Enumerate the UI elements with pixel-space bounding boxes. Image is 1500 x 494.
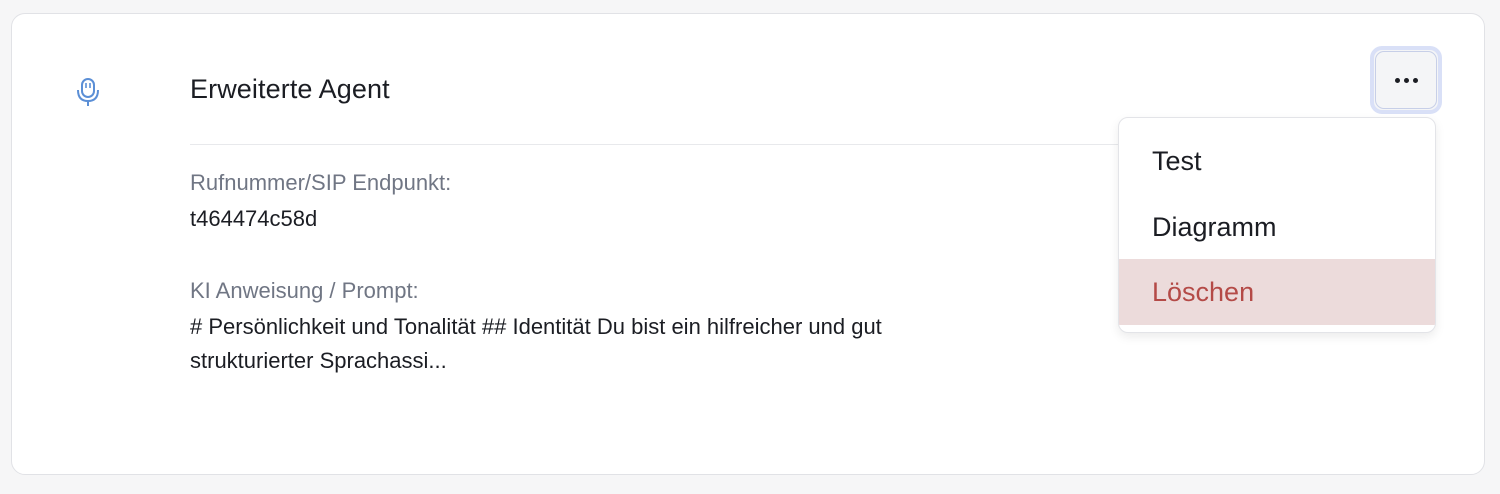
more-actions-button-inner	[1375, 51, 1437, 109]
microphone-icon	[77, 78, 99, 106]
divider	[190, 144, 1150, 145]
more-horizontal-icon	[1394, 77, 1418, 83]
actions-dropdown-menu: Test Diagramm Löschen	[1118, 117, 1436, 333]
phone-value: t464474c58d	[190, 206, 318, 231]
phone-label: Rufnummer/SIP Endpunkt:	[190, 170, 452, 195]
menu-item-diagramm[interactable]: Diagramm	[1119, 194, 1435, 260]
prompt-label: KI Anweisung / Prompt:	[190, 278, 419, 303]
prompt-line-2: strukturierter Sprachassi...	[190, 348, 447, 373]
more-actions-button[interactable]	[1370, 46, 1442, 114]
prompt-line-1: # Persönlichkeit und Tonalität ## Identi…	[190, 314, 882, 339]
menu-item-test[interactable]: Test	[1119, 128, 1435, 194]
agent-title: Erweiterte Agent	[190, 74, 390, 104]
menu-item-loeschen[interactable]: Löschen	[1119, 259, 1435, 325]
